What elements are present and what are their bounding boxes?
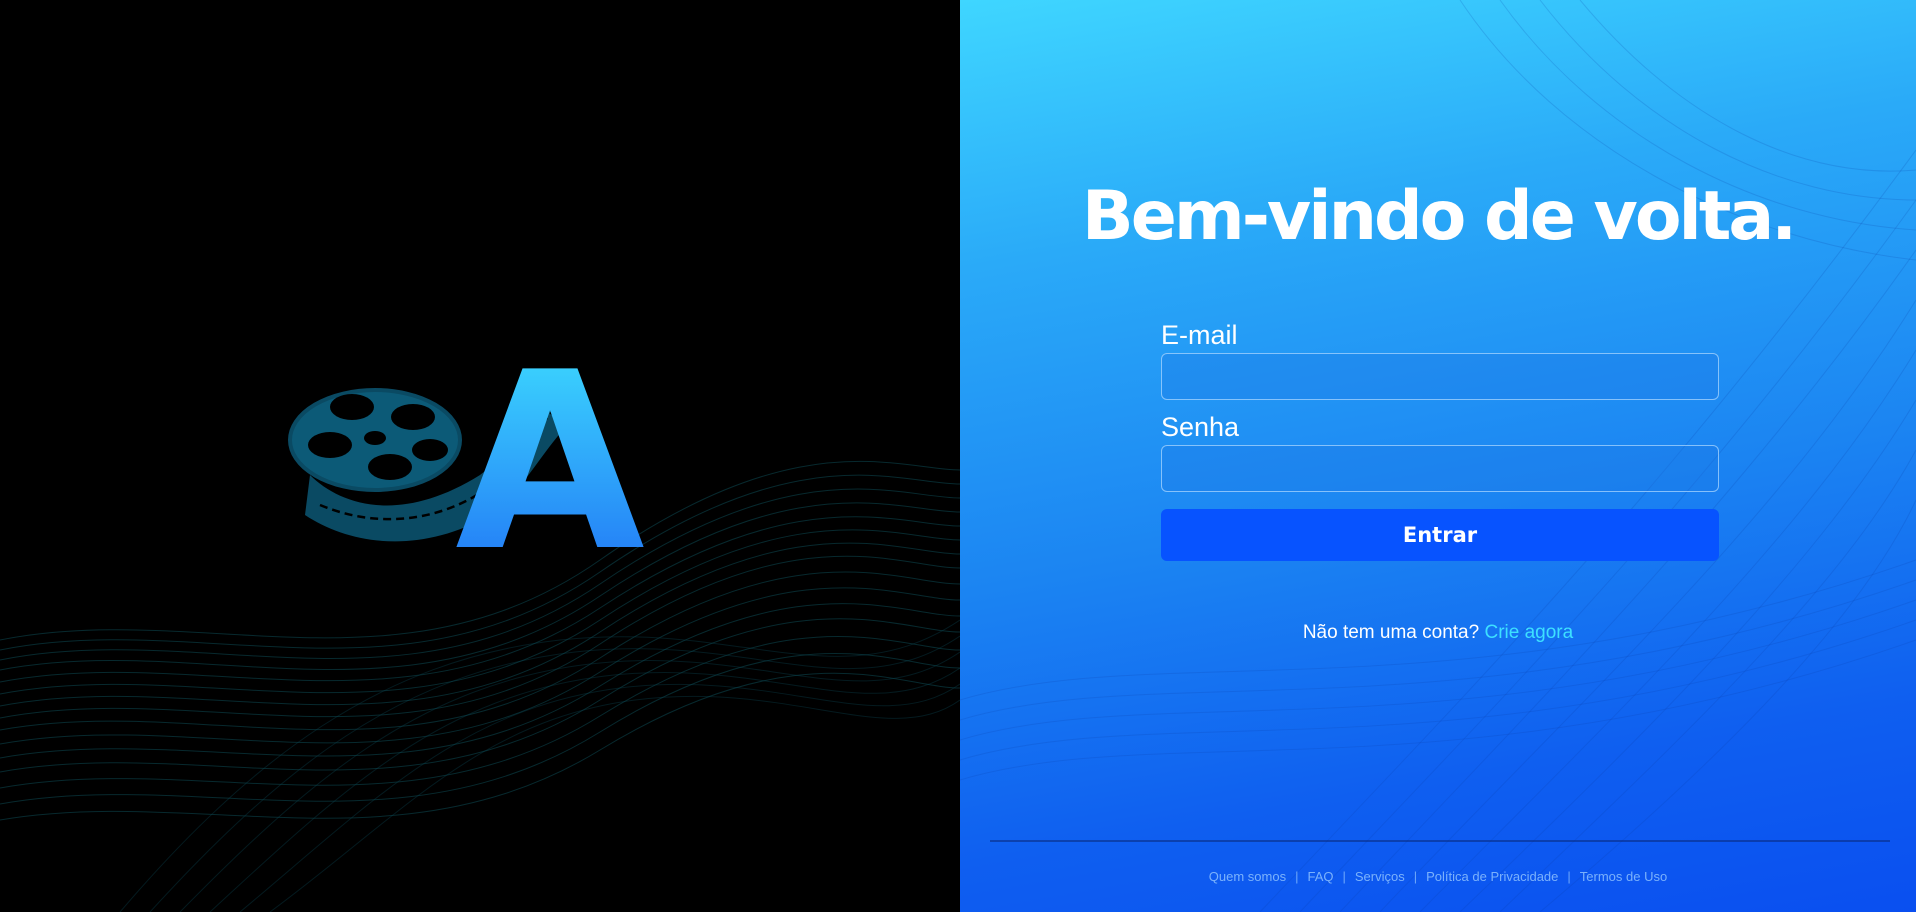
password-label: Senha: [1161, 412, 1240, 442]
footer-links: Quem somos | FAQ | Serviços | Política de Priv…: [960, 869, 1916, 884]
footer-link-quem-somos[interactable]: Quem somos: [1209, 869, 1286, 884]
email-field[interactable]: [1161, 353, 1719, 400]
signup-prompt: Não tem uma conta? Crie agora: [960, 622, 1916, 644]
footer-separator: |: [1295, 869, 1299, 884]
login-button[interactable]: Entrar: [1161, 509, 1719, 561]
footer-separator: |: [1342, 869, 1346, 884]
login-panel: Bem-vindo de volta. E-mail Senha Entrar …: [960, 0, 1916, 912]
password-field[interactable]: [1161, 445, 1719, 492]
page-title: Bem-vindo de volta.: [1081, 177, 1797, 256]
footer-link-termos[interactable]: Termos de Uso: [1580, 869, 1667, 884]
logo-letter: A: [455, 355, 645, 555]
footer-link-servicos[interactable]: Serviços: [1355, 869, 1405, 884]
brand-logo: A: [288, 355, 645, 555]
footer-divider: [990, 840, 1890, 842]
footer-link-faq[interactable]: FAQ: [1307, 869, 1333, 884]
brand-panel: A: [0, 0, 960, 912]
signup-prompt-text: Não tem uma conta?: [1302, 622, 1480, 643]
email-label: E-mail: [1161, 320, 1238, 350]
footer-separator: |: [1567, 869, 1571, 884]
footer-link-privacidade[interactable]: Política de Privacidade: [1426, 869, 1558, 884]
signup-link[interactable]: Crie agora: [1484, 622, 1573, 643]
footer-separator: |: [1413, 869, 1418, 884]
